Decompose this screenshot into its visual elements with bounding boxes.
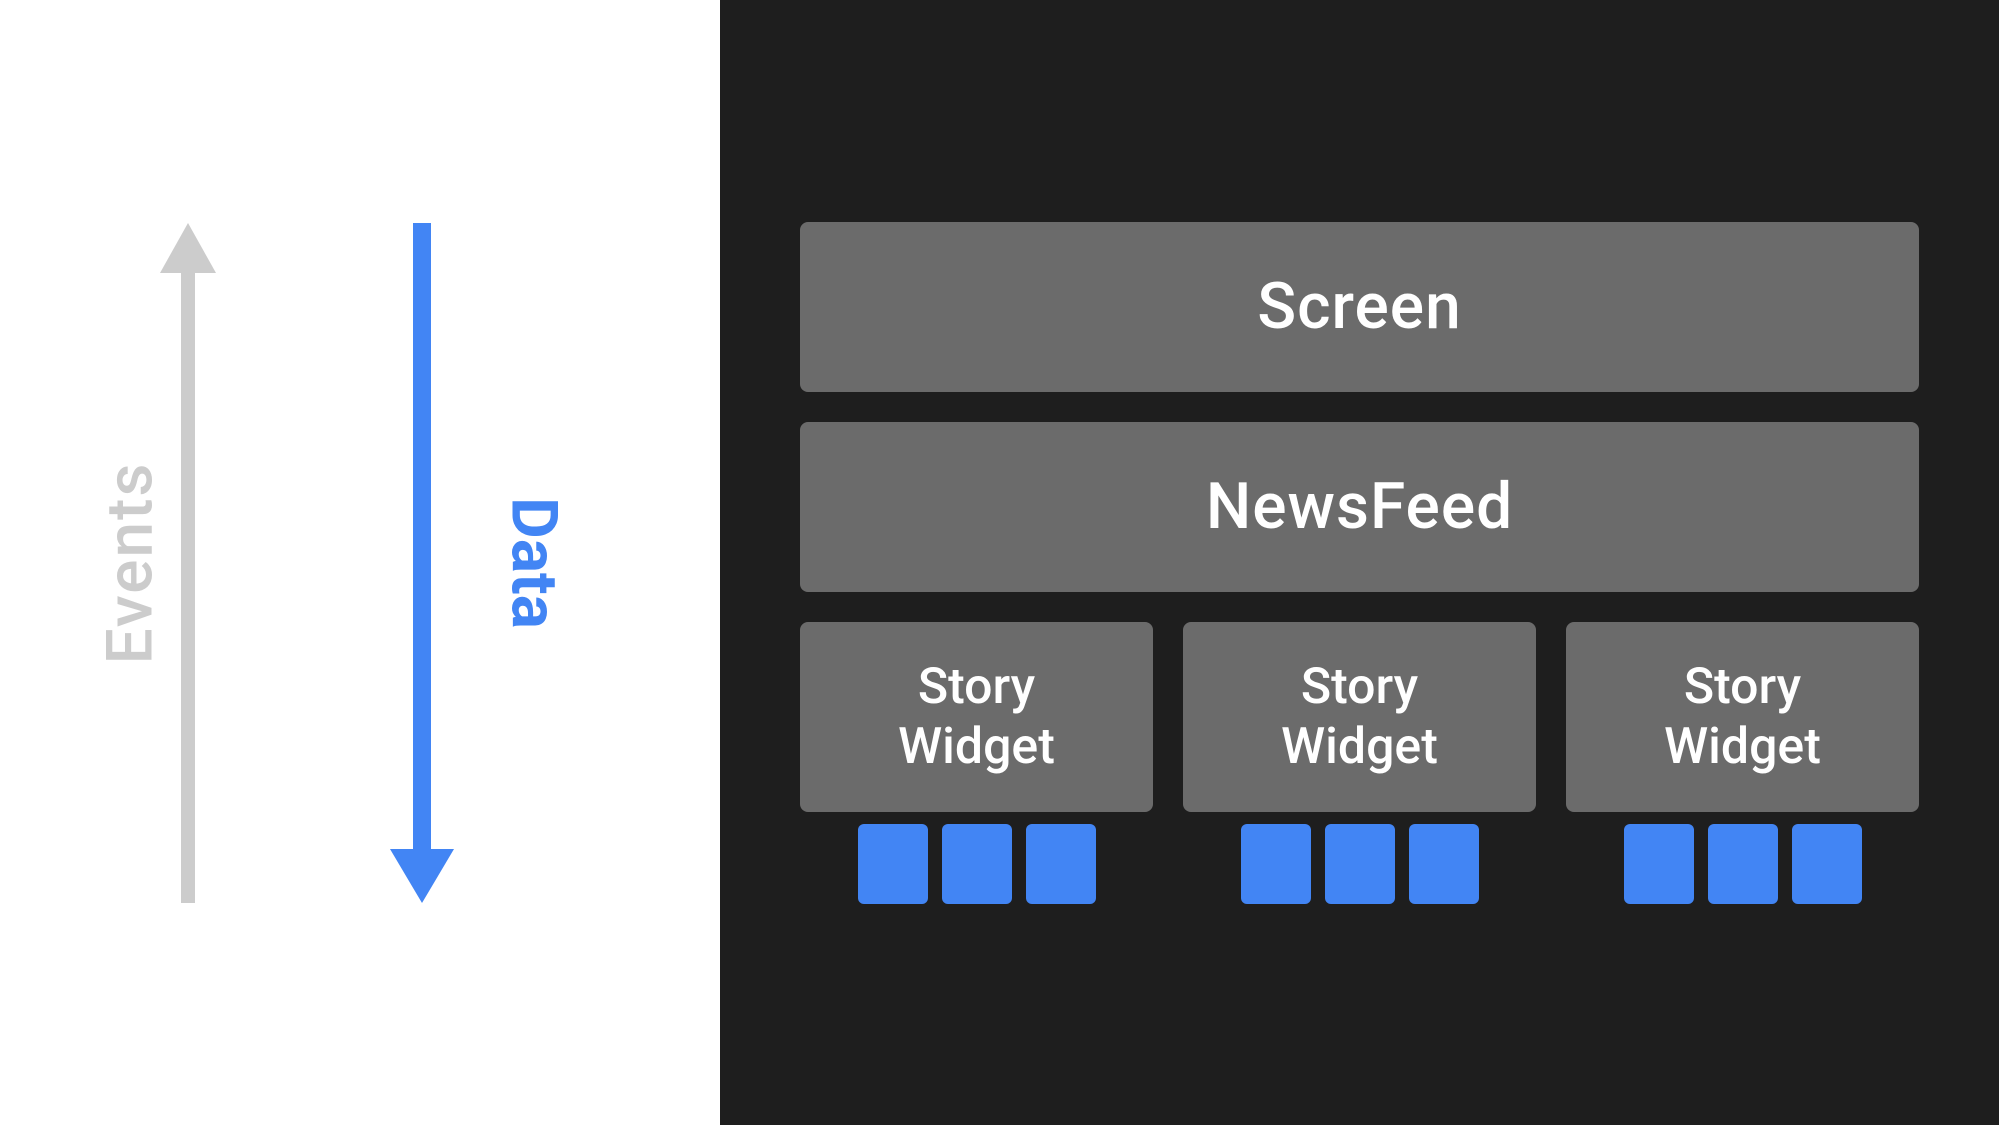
story-widget-label-1: StoryWidget — [898, 657, 1055, 777]
blue-item-3-3 — [1792, 824, 1862, 904]
story-widgets-row: StoryWidget StoryWidget StoryWidget — [800, 622, 1919, 904]
screen-label: Screen — [1257, 269, 1461, 344]
blue-item-3-1 — [1624, 824, 1694, 904]
story-widget-box-2: StoryWidget — [1183, 622, 1536, 812]
story-widget-group-3: StoryWidget — [1566, 622, 1919, 904]
left-panel: Events Data — [0, 0, 720, 1125]
events-arrowhead — [160, 223, 216, 273]
events-arrow-line — [181, 273, 195, 903]
story-widget-group-1: StoryWidget — [800, 622, 1153, 904]
blue-item-2-1 — [1241, 824, 1311, 904]
story-widget-label-2: StoryWidget — [1281, 657, 1438, 777]
blue-items-row-2 — [1241, 824, 1479, 904]
screen-box: Screen — [800, 222, 1919, 392]
blue-item-3-2 — [1708, 824, 1778, 904]
blue-item-1-2 — [942, 824, 1012, 904]
story-widget-box-1: StoryWidget — [800, 622, 1153, 812]
data-arrow: Data — [390, 223, 454, 903]
blue-item-2-3 — [1409, 824, 1479, 904]
newsfeed-label: NewsFeed — [1206, 469, 1513, 544]
story-widget-group-2: StoryWidget — [1183, 622, 1536, 904]
events-label: Events — [93, 461, 168, 664]
data-arrowhead — [390, 849, 454, 903]
data-label: Data — [497, 497, 572, 629]
blue-item-1-3 — [1026, 824, 1096, 904]
blue-item-1-1 — [858, 824, 928, 904]
story-widget-label-3: StoryWidget — [1664, 657, 1821, 777]
story-widget-box-3: StoryWidget — [1566, 622, 1919, 812]
data-arrow-container: Data — [390, 80, 454, 1045]
events-arrow: Events — [160, 223, 216, 903]
blue-item-2-2 — [1325, 824, 1395, 904]
events-arrow-container: Events — [160, 80, 216, 1045]
blue-items-row-1 — [858, 824, 1096, 904]
blue-items-row-3 — [1624, 824, 1862, 904]
newsfeed-box: NewsFeed — [800, 422, 1919, 592]
right-panel: Screen NewsFeed StoryWidget StoryWidget — [720, 0, 1999, 1125]
data-arrow-line — [413, 223, 431, 849]
